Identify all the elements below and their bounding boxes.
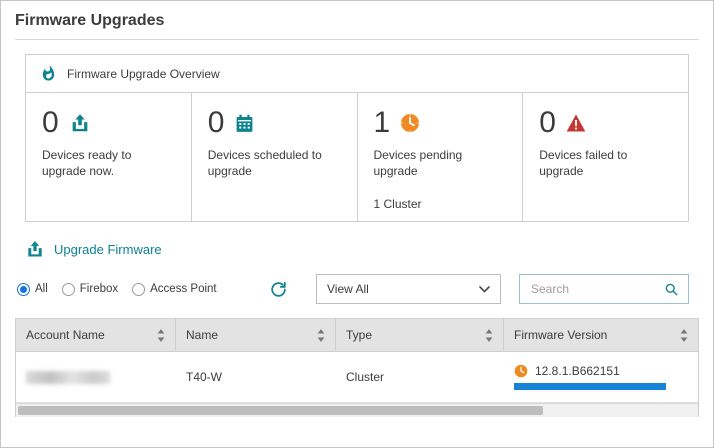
page-header: Firmware Upgrades	[1, 1, 713, 39]
header-divider	[15, 39, 699, 40]
cell-name: T40-W	[176, 370, 336, 384]
table-row[interactable]: T40-W Cluster 12.8.1.B662151	[16, 352, 698, 403]
stat-pending-sub: 1 Cluster	[374, 197, 507, 211]
column-header-type[interactable]: Type	[336, 319, 504, 351]
search-input[interactable]	[529, 281, 653, 297]
calendar-icon	[234, 113, 255, 134]
cell-firmware-version: 12.8.1.B662151	[504, 364, 698, 390]
stat-failed-label: Devices failed to upgrade	[539, 147, 657, 179]
table-header-row: Account Name Name Type Firmware Version	[16, 319, 698, 352]
overview-card-title: Firmware Upgrade Overview	[67, 67, 220, 81]
firmware-version-text: 12.8.1.B662151	[535, 364, 620, 378]
sort-icon[interactable]	[680, 329, 688, 342]
stat-pending-label: Devices pending upgrade	[374, 147, 492, 179]
radio-unselected-icon	[62, 283, 75, 296]
device-type-filter: All Firebox Access Point	[17, 283, 217, 296]
filter-firebox-radio[interactable]: Firebox	[62, 283, 118, 296]
overview-card-header: Firmware Upgrade Overview	[26, 55, 688, 93]
filter-firebox-label: Firebox	[80, 283, 118, 295]
upgrade-progress-fill	[514, 383, 666, 390]
cell-type: Cluster	[336, 370, 504, 384]
stat-scheduled-value: 0	[208, 108, 225, 138]
upgrade-firmware-button[interactable]: Upgrade Firmware	[25, 239, 713, 259]
sort-icon[interactable]	[157, 329, 165, 342]
stat-ready-label: Devices ready to upgrade now.	[42, 147, 160, 179]
radio-selected-icon	[17, 283, 30, 296]
sort-icon[interactable]	[317, 329, 325, 342]
chevron-down-icon	[479, 286, 490, 293]
stat-failed-value: 0	[539, 108, 556, 138]
stat-scheduled-label: Devices scheduled to upgrade	[208, 147, 326, 179]
upgrade-firmware-label: Upgrade Firmware	[54, 242, 162, 257]
horizontal-scrollbar[interactable]	[16, 403, 698, 417]
upload-tray-icon	[69, 112, 91, 134]
refresh-button[interactable]	[269, 280, 288, 299]
filter-access-point-radio[interactable]: Access Point	[132, 283, 216, 296]
view-filter-value: View All	[327, 282, 369, 296]
scrollbar-thumb[interactable]	[18, 406, 543, 415]
pending-clock-icon	[400, 113, 420, 133]
firmware-overview-card: Firmware Upgrade Overview 0 Devices read…	[25, 54, 689, 222]
filter-access-point-label: Access Point	[150, 283, 216, 295]
overview-stats-row: 0 Devices ready to upgrade now. 0 Device…	[26, 93, 688, 221]
stat-scheduled: 0 Devices scheduled to upgrade	[192, 93, 358, 221]
cell-account-name	[16, 371, 176, 384]
search-icon[interactable]	[664, 282, 679, 297]
stat-failed: 0 Devices failed to upgrade	[523, 93, 688, 221]
column-header-name[interactable]: Name	[176, 319, 336, 351]
radio-unselected-icon	[132, 283, 145, 296]
stat-pending-value: 1	[374, 108, 391, 138]
upload-tray-icon	[25, 239, 45, 259]
upgrade-progress-bar	[514, 383, 666, 390]
sort-icon[interactable]	[485, 329, 493, 342]
stat-ready-value: 0	[42, 108, 59, 138]
column-header-firmware-version[interactable]: Firmware Version	[504, 319, 698, 351]
column-header-account-name[interactable]: Account Name	[16, 319, 176, 351]
page-title: Firmware Upgrades	[15, 12, 699, 30]
filter-all-radio[interactable]: All	[17, 283, 48, 296]
stat-pending: 1 Devices pending upgrade 1 Cluster	[358, 93, 524, 221]
view-filter-dropdown[interactable]: View All	[316, 274, 501, 304]
firmware-upgrades-page: Firmware Upgrades Firmware Upgrade Overv…	[0, 0, 714, 448]
pending-clock-icon	[514, 364, 528, 378]
warning-triangle-icon	[566, 113, 586, 133]
redacted-account-name	[26, 371, 110, 384]
devices-table: Account Name Name Type Firmware Version …	[15, 318, 699, 417]
filter-all-label: All	[35, 283, 48, 295]
table-controls: All Firebox Access Point View All	[1, 274, 713, 304]
flame-icon	[40, 65, 57, 82]
stat-ready-to-upgrade: 0 Devices ready to upgrade now.	[26, 93, 192, 221]
search-box	[519, 274, 689, 304]
